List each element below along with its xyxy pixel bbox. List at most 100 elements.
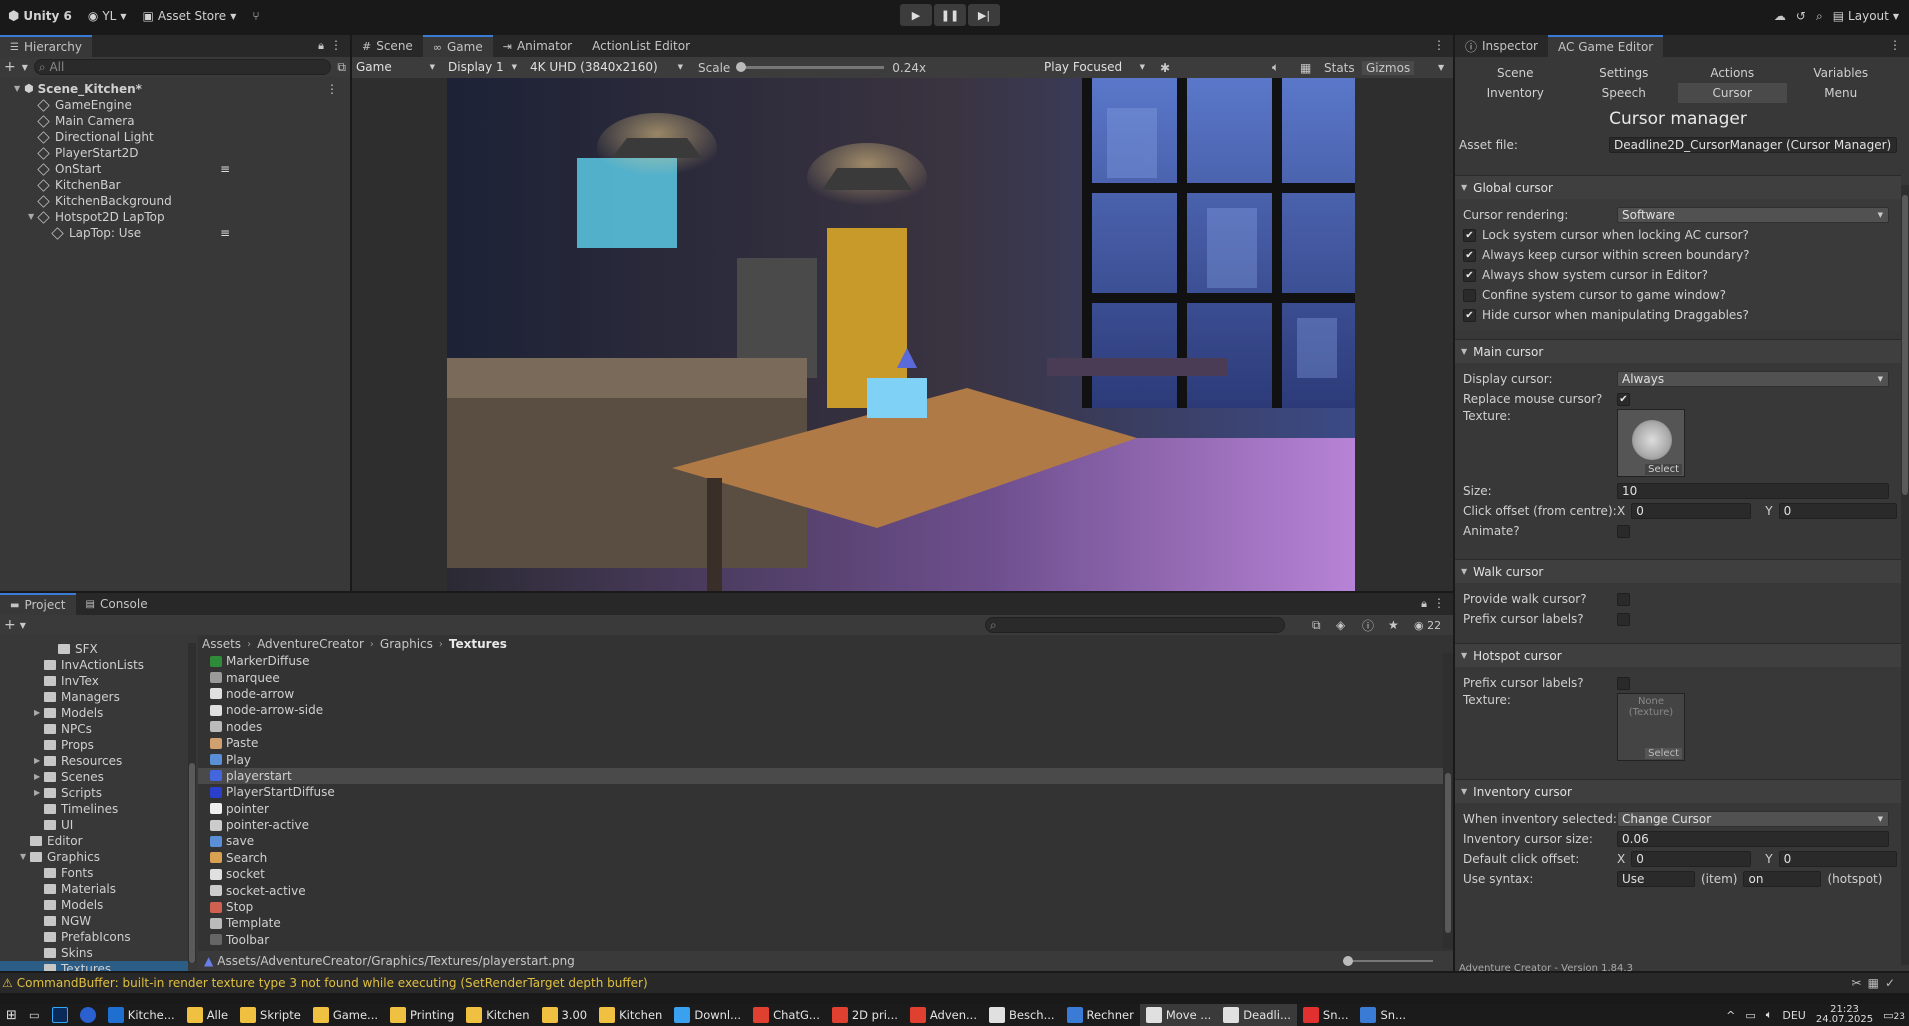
file-item[interactable]: socket <box>198 866 1453 882</box>
tab-scene[interactable]: # Scene <box>352 35 423 57</box>
cursor-rendering-select[interactable]: Software <box>1617 207 1889 223</box>
display-select[interactable]: Display 1 <box>444 59 522 76</box>
hotspot-texture-field[interactable]: None (Texture) Select <box>1617 693 1685 761</box>
game-viewport[interactable] <box>352 78 1453 591</box>
size-field[interactable]: 10 <box>1617 483 1889 499</box>
more-icon[interactable]: ⋮ <box>330 38 342 52</box>
hierarchy-item[interactable]: Directional Light <box>0 129 350 145</box>
file-item[interactable]: pointer <box>198 801 1453 817</box>
grid-icon[interactable]: ▦ <box>1300 61 1311 75</box>
hotspot-prefix-checkbox[interactable] <box>1617 676 1630 690</box>
hotspot-cursor-header[interactable]: ▼ Hotspot cursor <box>1455 643 1901 667</box>
taskbar-window[interactable]: 2D pri... <box>826 1004 904 1026</box>
folder-item[interactable]: Editor <box>0 833 188 849</box>
pinned-firefox[interactable] <box>74 1004 102 1026</box>
file-item[interactable]: pointer-active <box>198 817 1453 833</box>
tab-animator[interactable]: ⇥ Animator <box>493 35 582 57</box>
hierarchy-item[interactable]: ▼ Hotspot2D LapTop <box>0 209 350 225</box>
info-icon[interactable]: ⓘ <box>1362 617 1374 634</box>
folder-item[interactable]: SFX <box>0 641 188 657</box>
unity-menu[interactable]: ⬢ Unity 6 <box>0 4 80 28</box>
status-message[interactable]: CommandBuffer: built-in render texture t… <box>17 976 648 990</box>
subtab-scene[interactable]: Scene <box>1461 63 1570 83</box>
file-item[interactable]: Play <box>198 751 1453 767</box>
file-item[interactable]: nodes <box>198 719 1453 735</box>
audio-icon[interactable]: 🔈︎ <box>1272 60 1279 75</box>
more-icon[interactable]: ⋮ <box>326 81 338 97</box>
taskbar-window[interactable]: Kitchen <box>593 1004 668 1026</box>
folder-item[interactable]: InvTex <box>0 673 188 689</box>
expand-icon[interactable]: ▼ <box>14 81 24 97</box>
file-item[interactable]: playerstart <box>198 767 1453 785</box>
start-button[interactable]: ⊞ <box>0 1004 23 1026</box>
animate-checkbox[interactable] <box>1617 524 1630 538</box>
main-texture-field[interactable]: Select <box>1617 409 1685 477</box>
global-cursor-header[interactable]: ▼ Global cursor <box>1455 175 1901 199</box>
bug-icon[interactable]: ✱ <box>1160 61 1170 75</box>
subtab-actions[interactable]: Actions <box>1678 63 1787 83</box>
chevron-down-icon[interactable]: ▼ <box>20 621 26 630</box>
file-item[interactable]: node-arrow <box>198 686 1453 702</box>
taskbar-window[interactable]: Move ... <box>1139 1004 1218 1026</box>
inv-offset-y-field[interactable]: 0 <box>1778 851 1897 867</box>
inspector-scroll-thumb[interactable] <box>1902 195 1908 495</box>
subtab-speech[interactable]: Speech <box>1570 83 1679 103</box>
taskbar-window[interactable]: Alle <box>181 1004 234 1026</box>
taskbar-window[interactable]: 3.00 <box>536 1004 594 1026</box>
file-item[interactable]: save <box>198 833 1453 849</box>
volume-icon[interactable]: 🔈︎ <box>1766 1008 1773 1022</box>
folder-item[interactable]: InvActionLists <box>0 657 188 673</box>
breadcrumb-item[interactable]: Graphics <box>380 637 433 651</box>
chevron-down-icon[interactable]: ▼ <box>1438 63 1444 72</box>
breadcrumb-item[interactable]: Assets <box>202 637 241 651</box>
inv-offset-x-field[interactable]: 0 <box>1631 851 1752 867</box>
offset-x-field[interactable]: 0 <box>1631 503 1752 519</box>
global-checkbox[interactable]: ✔ <box>1463 268 1476 282</box>
expand-icon[interactable]: ▶ <box>34 769 44 785</box>
inventory-cursor-header[interactable]: ▼ Inventory cursor <box>1455 779 1901 803</box>
hierarchy-item[interactable]: ▼ ⬢ Scene_Kitchen* ⋮ <box>0 81 350 97</box>
folder-item[interactable]: ▶ Scripts <box>0 785 188 801</box>
hierarchy-item[interactable]: OnStart ≡ <box>0 161 350 177</box>
taskbar-window[interactable]: Deadli... <box>1217 1004 1297 1026</box>
gizmos-button[interactable]: Gizmos <box>1362 60 1415 75</box>
main-cursor-header[interactable]: ▼ Main cursor <box>1455 339 1901 363</box>
taskbar-window[interactable]: Adven... <box>904 1004 983 1026</box>
hotspot-texture-select[interactable]: Select <box>1645 748 1682 759</box>
global-checkbox[interactable] <box>1463 288 1476 302</box>
folder-item[interactable]: Textures <box>0 961 188 971</box>
add-icon[interactable]: + <box>4 59 16 75</box>
hierarchy-item[interactable]: GameEngine <box>0 97 350 113</box>
global-checkbox[interactable]: ✔ <box>1463 228 1476 242</box>
folder-item[interactable]: NPCs <box>0 721 188 737</box>
tab-hierarchy[interactable]: ☰ Hierarchy <box>0 35 92 57</box>
pause-button[interactable]: ❚❚ <box>934 4 966 26</box>
hierarchy-item[interactable]: KitchenBackground <box>0 193 350 209</box>
filter-label-icon[interactable]: ◈ <box>1336 618 1345 632</box>
subtab-menu[interactable]: Menu <box>1787 83 1896 103</box>
offset-y-field[interactable]: 0 <box>1778 503 1897 519</box>
icon-size-slider[interactable] <box>1343 956 1433 966</box>
filter-icon[interactable]: ⧉ <box>337 60 346 75</box>
folder-item[interactable]: ▶ Models <box>0 705 188 721</box>
walk-prefix-checkbox[interactable] <box>1617 612 1630 626</box>
game-view-select[interactable]: Game <box>352 59 440 76</box>
taskbar-window[interactable]: Rechner <box>1061 1004 1140 1026</box>
provide-walk-checkbox[interactable] <box>1617 592 1630 606</box>
folder-item[interactable]: ▶ Scenes <box>0 769 188 785</box>
files-scrollbar[interactable] <box>1443 653 1453 949</box>
more-icon[interactable]: ⋮ <box>1433 596 1445 610</box>
subtab-variables[interactable]: Variables <box>1787 63 1896 83</box>
folder-item[interactable]: ▼ Graphics <box>0 849 188 865</box>
more-icon[interactable]: ⋮ <box>1889 38 1901 52</box>
hierarchy-search-input[interactable]: ⌕ All <box>33 59 332 75</box>
clock[interactable]: 21:23 24.07.2025 <box>1816 1005 1873 1025</box>
step-button[interactable]: ▶| <box>968 4 1000 26</box>
folder-item[interactable]: Fonts <box>0 865 188 881</box>
expand-icon[interactable]: ▶ <box>34 785 44 801</box>
hierarchy-item[interactable]: PlayerStart2D <box>0 145 350 161</box>
folder-item[interactable]: UI <box>0 817 188 833</box>
file-item[interactable]: Template <box>198 915 1453 931</box>
folder-item[interactable]: Props <box>0 737 188 753</box>
taskbar-window[interactable]: Game... <box>307 1004 384 1026</box>
